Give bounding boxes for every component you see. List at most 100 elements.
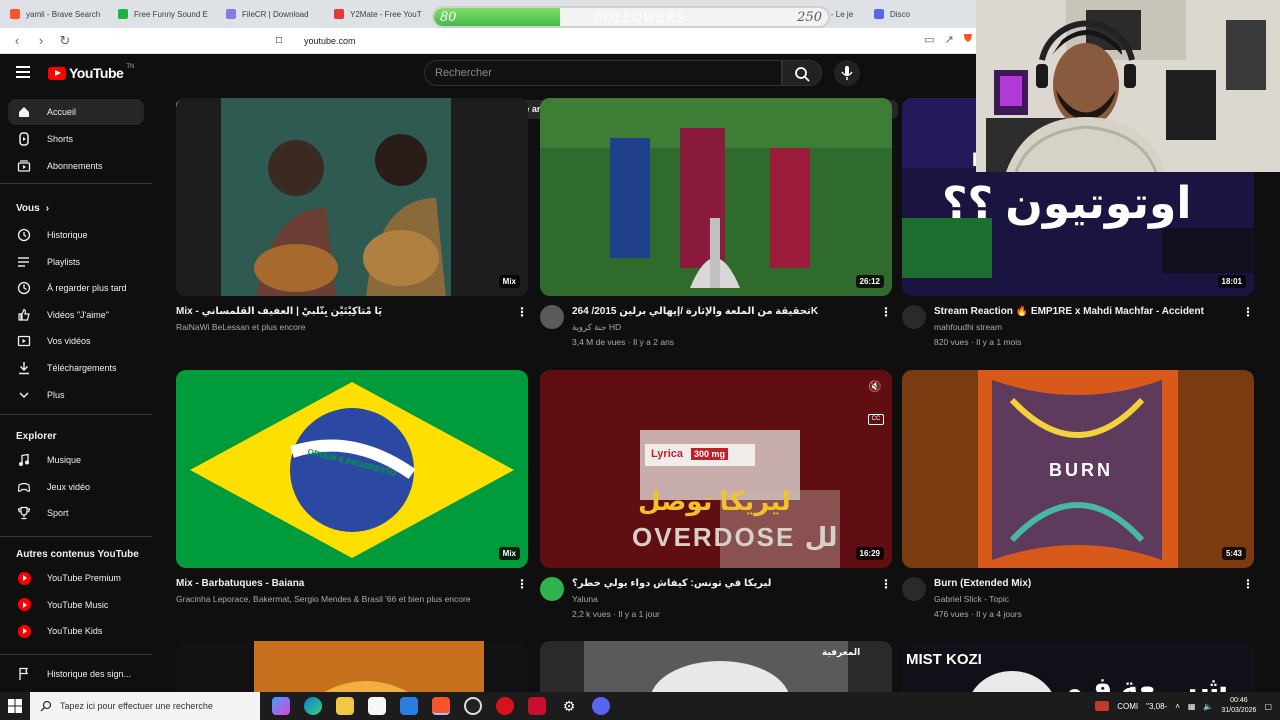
sidebar-item-232.4[interactable]: Vos vidéos bbox=[8, 328, 144, 354]
file-explorer-icon[interactable] bbox=[336, 697, 354, 715]
video-title[interactable]: Burn (Extended Mix) bbox=[934, 578, 1222, 589]
browser-tab[interactable]: Disco bbox=[868, 2, 972, 26]
mute-icon[interactable]: 🔇 bbox=[868, 380, 882, 393]
video-title[interactable]: Mix - Barbatuques - Baiana bbox=[176, 578, 496, 589]
sidebar-item-label: Vidéos "J'aime" bbox=[47, 309, 109, 320]
sidebar-more-heading: Autres contenus YouTube bbox=[16, 549, 139, 560]
sidebar-item-126[interactable]: Historique bbox=[8, 222, 144, 248]
search-button[interactable] bbox=[782, 60, 822, 86]
taskbar-search[interactable]: Tapez ici pour effectuer une recherche bbox=[30, 692, 260, 720]
channel-name[interactable]: Yaluna bbox=[572, 594, 860, 604]
browser-tab[interactable]: Y2Mate - Free YouT bbox=[328, 2, 432, 26]
sidebar-item-377.6[interactable]: Jeux vidéo bbox=[8, 474, 144, 500]
channel-name[interactable]: mahfoudhi stream bbox=[934, 322, 1222, 332]
edge-icon[interactable] bbox=[304, 697, 322, 715]
video-stats: 3,4 M de vues · Il y a 2 ans bbox=[572, 337, 675, 347]
more-options-icon[interactable]: ⋮ bbox=[516, 577, 528, 591]
video-title[interactable]: ليريكا في تونس: كيفاش دواء يولّي خطر؟ bbox=[572, 578, 860, 589]
copilot-icon[interactable] bbox=[272, 697, 290, 715]
video-thumbnail[interactable]: Lyrica 300 mg ليريكا توصل OVERDOSE لل 🔇 CC 16:… bbox=[540, 370, 892, 568]
captions-icon[interactable]: CC bbox=[868, 414, 884, 425]
video-thumbnail[interactable]: 26:12 bbox=[540, 98, 892, 296]
windows-start-button[interactable] bbox=[0, 692, 30, 720]
channel-name[interactable]: RaiNaWi BeLessan et plus encore bbox=[176, 322, 496, 332]
sidebar-item-152.6[interactable]: Playlists bbox=[8, 249, 144, 275]
url-text[interactable]: youtube.com bbox=[304, 36, 356, 46]
thumbnail-overlay-word: المعرفية bbox=[822, 647, 861, 657]
more-options-icon[interactable]: ⋮ bbox=[1242, 305, 1254, 319]
opera-icon[interactable] bbox=[496, 697, 514, 715]
video-thumbnail[interactable]: Mix bbox=[176, 98, 528, 296]
sidebar-item-205.8[interactable]: Vidéos "J'aime" bbox=[8, 302, 144, 328]
channel-avatar[interactable] bbox=[902, 305, 926, 329]
sidebar-item-351[interactable]: Musique bbox=[8, 447, 144, 473]
browser-tab[interactable]: yamli - Brave Search bbox=[4, 2, 108, 26]
channel-name[interactable]: Gracinha Leporace, Bakermat, Sergio Mend… bbox=[176, 594, 496, 604]
sidebar-item-label: Musique bbox=[47, 455, 82, 465]
sidebar-item-259[interactable]: Téléchargements bbox=[8, 355, 144, 381]
sidebar-item-404.2[interactable]: Sport bbox=[8, 500, 144, 526]
youtube-logo[interactable]: YouTube TN bbox=[48, 64, 134, 81]
notifications-icon[interactable]: ▢ bbox=[1264, 702, 1272, 711]
settings-icon[interactable]: ⚙ bbox=[560, 697, 578, 715]
channel-avatar[interactable] bbox=[540, 305, 564, 329]
sidebar-item-285.6[interactable]: Plus bbox=[8, 382, 144, 408]
channel-avatar[interactable] bbox=[540, 577, 564, 601]
sidebar-item-3[interactable]: Accueil bbox=[8, 99, 144, 125]
youtube-logo-icon bbox=[17, 598, 31, 612]
sidebar-item-179.2[interactable]: À regarder plus tard bbox=[8, 275, 144, 301]
video-title[interactable]: 26تحقيقة من الملعة والإثارة /إيهالي برلي… bbox=[572, 306, 860, 317]
browser-tab[interactable]: Free Funny Sound E bbox=[112, 2, 216, 26]
drug-name: Lyrica bbox=[651, 448, 684, 460]
sidebar-divider bbox=[0, 414, 152, 415]
cast-icon[interactable]: ▭ bbox=[924, 33, 934, 46]
brave-shield-icon[interactable]: ⛊ bbox=[964, 33, 972, 46]
browser-tab[interactable]: FileCR | Download bbox=[220, 2, 324, 26]
sidebar-you-heading[interactable]: Vous › bbox=[16, 203, 49, 214]
voice-search-button[interactable] bbox=[834, 60, 860, 86]
sidebar-item-report-history[interactable]: Historique des sign... bbox=[8, 661, 144, 687]
store-icon[interactable] bbox=[368, 697, 386, 715]
brave-icon[interactable] bbox=[432, 697, 450, 715]
sidebar-item-label: YouTube Kids bbox=[47, 626, 103, 637]
video-app-icon[interactable] bbox=[528, 697, 546, 715]
sidebar-item-469[interactable]: YouTube Premium bbox=[8, 565, 144, 591]
like-icon bbox=[17, 308, 31, 322]
share-icon[interactable]: ↗ bbox=[945, 33, 954, 46]
sidebar-item-30[interactable]: Shorts bbox=[8, 126, 144, 152]
video-thumbnail[interactable]: ORDEM E PROGRESSO Mix bbox=[176, 370, 528, 568]
more-options-icon[interactable]: ⋮ bbox=[1242, 577, 1254, 591]
back-icon[interactable]: ‹ bbox=[10, 33, 24, 48]
video-title[interactable]: Stream Reaction 🔥 EMP1RE x Mahdi Machfar… bbox=[934, 306, 1222, 317]
network-icon[interactable]: ▦ bbox=[1188, 702, 1196, 711]
forward-icon[interactable]: › bbox=[34, 33, 48, 48]
hamburger-menu-icon[interactable] bbox=[16, 66, 30, 78]
windows-taskbar: Tapez ici pour effectuer une recherche ⚙… bbox=[0, 692, 1280, 720]
duration-badge: Mix bbox=[498, 275, 520, 288]
reload-icon[interactable]: ↻ bbox=[58, 33, 72, 49]
discord-icon[interactable] bbox=[592, 697, 610, 715]
more-options-icon[interactable]: ⋮ bbox=[880, 305, 892, 319]
mail-icon[interactable] bbox=[400, 697, 418, 715]
video-title[interactable]: Mix - يَا مْتاكِيْتَيْن بِتَّلْبيْ | الع… bbox=[176, 306, 496, 317]
sidebar-item-57[interactable]: Abonnements bbox=[8, 153, 144, 179]
sidebar-item-495.6[interactable]: YouTube Music bbox=[8, 592, 144, 618]
more-options-icon[interactable]: ⋮ bbox=[516, 305, 528, 319]
sidebar-item-label: Téléchargements bbox=[47, 363, 117, 373]
search-input[interactable]: Rechercher bbox=[424, 60, 782, 86]
weather-icon[interactable] bbox=[1095, 701, 1110, 711]
more-options-icon[interactable]: ⋮ bbox=[880, 577, 892, 591]
sidebar-item-label: Historique bbox=[47, 230, 88, 240]
channel-name[interactable]: Gabriel Slick - Topic bbox=[934, 594, 1222, 604]
youtube-logo-icon bbox=[17, 598, 31, 612]
volume-icon[interactable]: 🔈 bbox=[1203, 702, 1213, 711]
sidebar-item-522.2[interactable]: YouTube Kids bbox=[8, 618, 144, 644]
obs-icon[interactable] bbox=[464, 697, 482, 715]
chevron-up-icon[interactable]: ˄ bbox=[1175, 702, 1180, 711]
channel-name[interactable]: جنة كروية HD bbox=[572, 322, 860, 333]
video-stats: 820 vues · Il y a 1 mois bbox=[934, 337, 1022, 347]
video-thumbnail[interactable]: BURN 5:43 bbox=[902, 370, 1254, 568]
channel-avatar[interactable] bbox=[902, 577, 926, 601]
clock[interactable]: 00:46 31/03/2026 bbox=[1221, 696, 1256, 716]
bookmark-icon[interactable]: ⌑ bbox=[272, 33, 286, 49]
